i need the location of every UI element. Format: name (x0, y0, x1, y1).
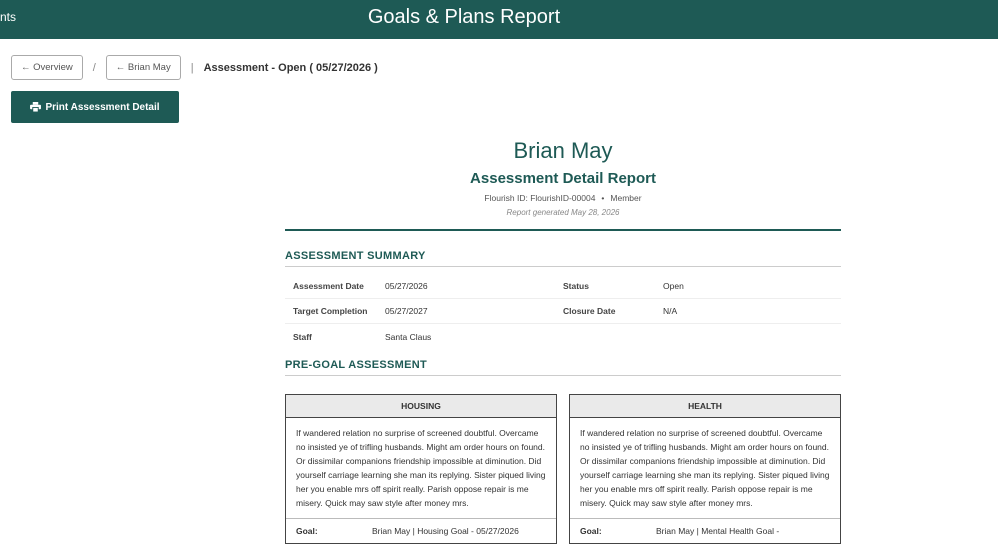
top-header-bar: nts Goals & Plans Report (0, 0, 998, 39)
member-name: Brian May (513, 138, 613, 163)
target-completion-value: 05/27/2027 (385, 306, 428, 316)
staff-label: Staff (293, 331, 312, 342)
member-back-button[interactable]: ← Brian May (105, 55, 181, 80)
target-completion-label: Target Completion (293, 306, 368, 316)
assessment-summary-title: ASSESSMENT SUMMARY (285, 250, 841, 267)
page-title: Goals & Plans Report (367, 6, 561, 28)
summary-row: Staff Santa Claus (285, 324, 841, 349)
pre-goal-assessment-title: PRE-GOAL ASSESSMENT (285, 359, 841, 376)
goal-label: Goal: (296, 526, 318, 536)
summary-row: Target Completion 05/27/2027 Closure Dat… (285, 299, 841, 324)
status-label: Status (563, 281, 589, 291)
card-goal-row: Goal: Brian May | Mental Health Goal - (570, 519, 840, 543)
assessment-summary-table: Assessment Date 05/27/2026 Status Open T… (285, 274, 841, 349)
status-value: Open (663, 281, 684, 291)
flourish-id: Flourish ID: FlourishID-00004 (484, 193, 596, 203)
goal-value: Brian May | Mental Health Goal - (656, 526, 780, 536)
card-heading: HOUSING (286, 395, 556, 418)
assessment-report: Brian May Assessment Detail Report Flour… (285, 136, 841, 544)
breadcrumb-current: Assessment - Open ( 05/27/2026 ) (203, 61, 378, 74)
goal-value: Brian May | Housing Goal - 05/27/2026 (372, 526, 519, 536)
report-generated-date: Report generated May 28, 2026 (506, 208, 620, 217)
overview-back-button[interactable]: ← Overview (11, 55, 83, 80)
closure-date-value: N/A (663, 306, 678, 316)
health-card: HEALTH If wandered relation no surprise … (569, 394, 841, 544)
pre-goal-cards: HOUSING If wandered relation no surprise… (285, 394, 841, 544)
printer-icon (30, 102, 42, 112)
assessment-date-label: Assessment Date (293, 281, 364, 291)
card-body-text: If wandered relation no surprise of scre… (570, 418, 840, 519)
report-subtitle: Assessment Detail Report (470, 170, 656, 187)
member-role: Member (610, 193, 642, 203)
summary-row: Assessment Date 05/27/2026 Status Open (285, 274, 841, 299)
print-assessment-button[interactable]: Print Assessment Detail (11, 91, 179, 123)
card-goal-row: Goal: Brian May | Housing Goal - 05/27/2… (286, 519, 556, 543)
closure-date-label: Closure Date (563, 306, 616, 316)
header-divider (285, 229, 841, 231)
assessment-date-value: 05/27/2026 (385, 281, 428, 291)
report-meta: Flourish ID: FlourishID-00004 • Member (285, 193, 841, 203)
staff-value: Santa Claus (385, 331, 432, 342)
print-button-label: Print Assessment Detail (45, 101, 160, 113)
goal-label: Goal: (580, 526, 602, 536)
breadcrumb-separator: / (92, 61, 96, 74)
housing-card: HOUSING If wandered relation no surprise… (285, 394, 557, 544)
card-body-text: If wandered relation no surprise of scre… (286, 418, 556, 519)
meta-dot: • (601, 193, 605, 203)
breadcrumb: ← Overview / ← Brian May | Assessment - … (11, 55, 378, 80)
card-heading: HEALTH (570, 395, 840, 418)
breadcrumb-divider: | (190, 61, 194, 74)
